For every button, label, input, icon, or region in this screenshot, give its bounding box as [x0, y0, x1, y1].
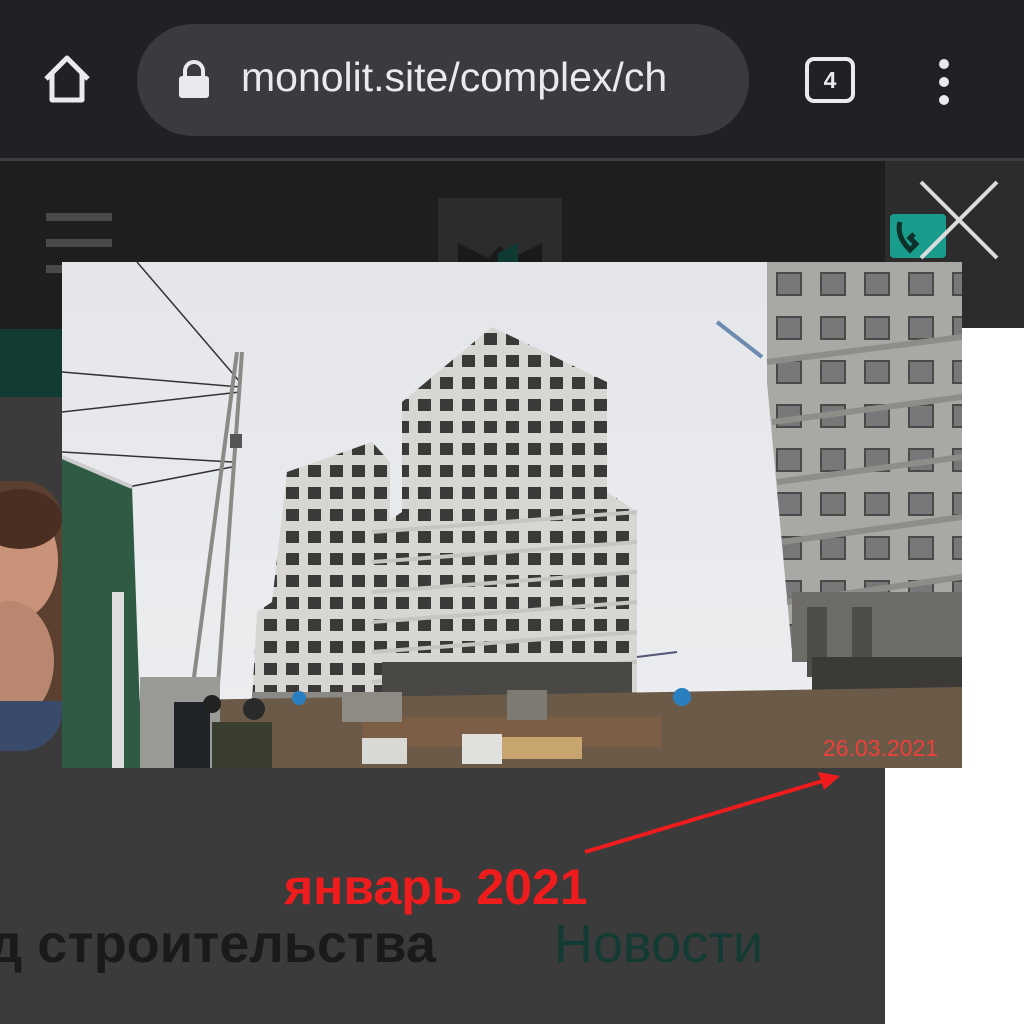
photo-date-stamp: 26.03.2021 [823, 735, 939, 761]
nav-item-construction[interactable]: д строительства [0, 913, 436, 975]
browser-toolbar: monolit.site/complex/ch 4 [0, 0, 1024, 158]
more-vert-icon[interactable] [932, 58, 956, 113]
lock-icon [177, 60, 211, 105]
nav-item-news[interactable]: Новости [554, 913, 763, 975]
home-icon[interactable] [40, 52, 94, 111]
url-bar[interactable]: monolit.site/complex/ch [137, 24, 749, 136]
annotation-label: январь 2021 [284, 859, 588, 915]
person-photo [0, 481, 62, 751]
url-text[interactable]: monolit.site/complex/ch [241, 54, 667, 101]
construction-photo [62, 262, 962, 768]
tab-switcher-button[interactable]: 4 [805, 57, 855, 103]
close-icon[interactable] [915, 176, 1003, 269]
section-nav: д строительства Новости [0, 913, 885, 983]
